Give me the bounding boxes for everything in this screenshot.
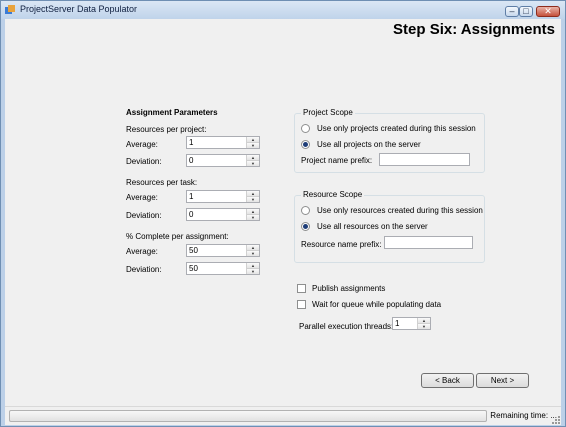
page-title: Step Six: Assignments <box>393 21 555 38</box>
remaining-time-label: Remaining time: ... <box>490 411 557 420</box>
threads-label: Parallel execution threads: <box>299 322 394 331</box>
threads-input[interactable] <box>393 318 419 329</box>
pc-average-input[interactable] <box>187 245 248 256</box>
rpp-deviation-label: Deviation: <box>126 157 162 166</box>
title-bar[interactable]: ProjectServer Data Populator – □ ✕ <box>1 1 565 19</box>
pc-average-label: Average: <box>126 247 158 256</box>
spinner-arrows[interactable]: ▲ ▼ <box>246 245 259 256</box>
spinner-arrows[interactable]: ▲ ▼ <box>246 155 259 166</box>
wait-for-queue-label[interactable]: Wait for queue while populating data <box>312 300 441 309</box>
app-icon <box>5 5 15 14</box>
rpp-deviation-spinner[interactable]: ▲ ▼ <box>186 154 260 167</box>
resource-scope-all-radio[interactable] <box>301 222 310 231</box>
publish-assignments-checkbox[interactable] <box>297 284 306 293</box>
spinner-arrows[interactable]: ▲ ▼ <box>246 137 259 148</box>
resource-scope-session-label[interactable]: Use only resources created during this s… <box>317 206 483 215</box>
spinner-arrows[interactable]: ▲ ▼ <box>246 209 259 220</box>
rpt-deviation-spinner[interactable]: ▲ ▼ <box>186 208 260 221</box>
progress-bar <box>9 410 487 422</box>
resources-per-task-label: Resources per task: <box>126 178 198 187</box>
spinner-arrows[interactable]: ▲ ▼ <box>246 191 259 202</box>
chevron-down-icon[interactable]: ▼ <box>247 251 259 256</box>
resource-scope-group: Resource Scope Use only resources create… <box>294 190 485 263</box>
status-bar: Remaining time: ... <box>5 406 561 425</box>
rpt-average-label: Average: <box>126 193 158 202</box>
rpt-deviation-input[interactable] <box>187 209 248 220</box>
pc-average-spinner[interactable]: ▲ ▼ <box>186 244 260 257</box>
chevron-down-icon[interactable]: ▼ <box>418 324 430 329</box>
next-button[interactable]: Next > <box>476 373 529 388</box>
publish-assignments-label[interactable]: Publish assignments <box>312 284 385 293</box>
project-scope-all-label[interactable]: Use all projects on the server <box>317 140 421 149</box>
assignment-params-heading: Assignment Parameters <box>126 108 218 117</box>
chevron-down-icon[interactable]: ▼ <box>247 161 259 166</box>
pc-deviation-input[interactable] <box>187 263 248 274</box>
app-window: ProjectServer Data Populator – □ ✕ Step … <box>0 0 566 427</box>
wait-for-queue-checkbox[interactable] <box>297 300 306 309</box>
chevron-down-icon[interactable]: ▼ <box>247 143 259 148</box>
pc-deviation-spinner[interactable]: ▲ ▼ <box>186 262 260 275</box>
rpp-average-label: Average: <box>126 140 158 149</box>
spinner-arrows[interactable]: ▲ ▼ <box>246 263 259 274</box>
close-button[interactable]: ✕ <box>536 6 560 17</box>
rpt-average-spinner[interactable]: ▲ ▼ <box>186 190 260 203</box>
window-title: ProjectServer Data Populator <box>20 4 138 14</box>
percent-complete-label: % Complete per assignment: <box>126 232 229 241</box>
resources-per-project-label: Resources per project: <box>126 125 207 134</box>
project-scope-title: Project Scope <box>301 108 355 117</box>
project-prefix-input[interactable] <box>379 153 470 166</box>
resource-prefix-label: Resource name prefix: <box>301 240 382 249</box>
client-area: Step Six: Assignments Assignment Paramet… <box>5 19 561 425</box>
project-scope-session-radio[interactable] <box>301 124 310 133</box>
project-prefix-label: Project name prefix: <box>301 156 373 165</box>
resource-scope-session-radio[interactable] <box>301 206 310 215</box>
rpp-deviation-input[interactable] <box>187 155 248 166</box>
back-button[interactable]: < Back <box>421 373 474 388</box>
chevron-down-icon[interactable]: ▼ <box>247 269 259 274</box>
chevron-down-icon[interactable]: ▼ <box>247 215 259 220</box>
threads-spinner[interactable]: ▲ ▼ <box>392 317 431 330</box>
resource-scope-all-label[interactable]: Use all resources on the server <box>317 222 428 231</box>
resize-grip-icon[interactable] <box>551 415 561 425</box>
rpp-average-spinner[interactable]: ▲ ▼ <box>186 136 260 149</box>
minimize-button[interactable]: – <box>505 6 519 17</box>
spinner-arrows[interactable]: ▲ ▼ <box>417 318 430 329</box>
project-scope-all-radio[interactable] <box>301 140 310 149</box>
rpt-deviation-label: Deviation: <box>126 211 162 220</box>
maximize-button[interactable]: □ <box>519 6 533 17</box>
rpp-average-input[interactable] <box>187 137 248 148</box>
chevron-down-icon[interactable]: ▼ <box>247 197 259 202</box>
project-scope-session-label[interactable]: Use only projects created during this se… <box>317 124 476 133</box>
rpt-average-input[interactable] <box>187 191 248 202</box>
resource-scope-title: Resource Scope <box>301 190 365 199</box>
pc-deviation-label: Deviation: <box>126 265 162 274</box>
resource-prefix-input[interactable] <box>384 236 473 249</box>
project-scope-group: Project Scope Use only projects created … <box>294 108 485 173</box>
